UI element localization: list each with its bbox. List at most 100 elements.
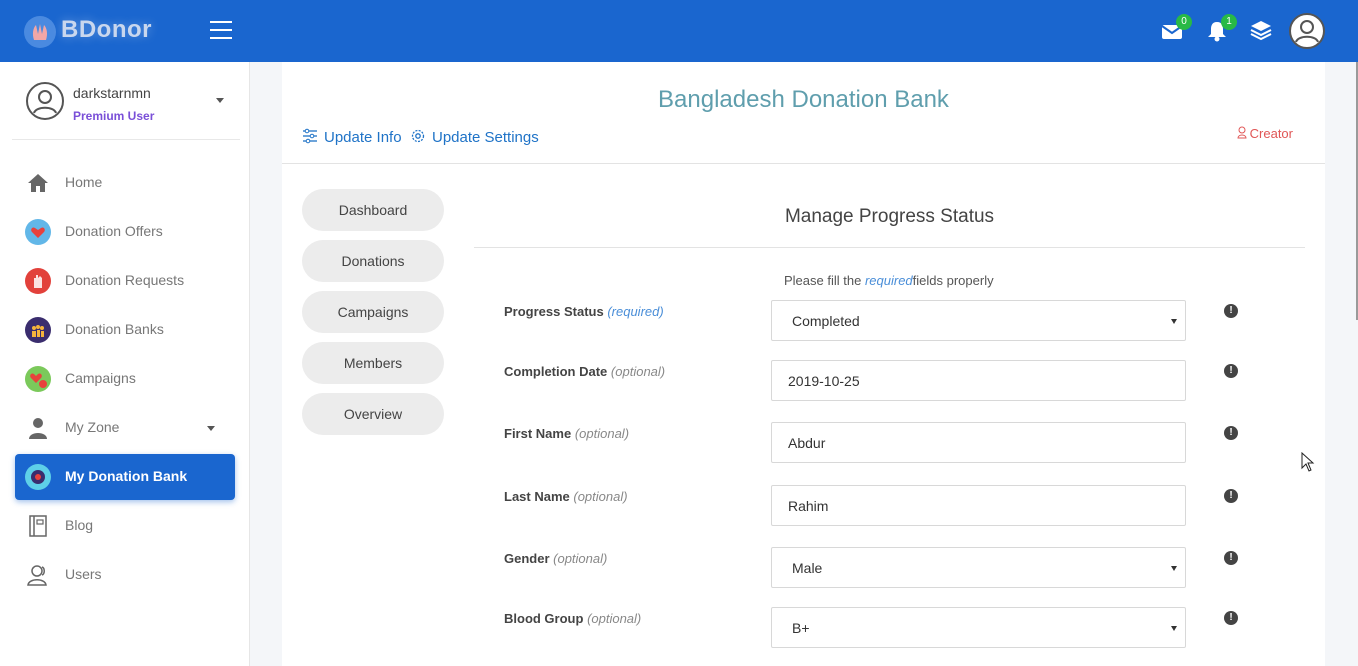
bell-icon[interactable]: 1 xyxy=(1205,14,1237,42)
selected-value: B+ xyxy=(792,620,810,636)
user-profile-block[interactable]: darkstarnmn Premium User xyxy=(12,62,240,140)
progress-status-label: Progress Status (required) xyxy=(504,304,664,319)
user-icon xyxy=(1237,126,1247,142)
dropdown-arrow-icon xyxy=(1171,626,1177,631)
info-icon[interactable]: ! xyxy=(1224,426,1238,440)
mail-icon[interactable]: 0 xyxy=(1160,14,1192,42)
blood-group-select[interactable]: B+ xyxy=(771,607,1186,648)
form-note: Please fill the requiredfields properly xyxy=(784,273,994,288)
sidebar-item-label: My Donation Bank xyxy=(65,468,188,484)
brand-logo-icon xyxy=(24,16,56,48)
sidebar-item-donation-requests[interactable]: Donation Requests xyxy=(15,258,235,304)
divider xyxy=(282,163,1325,164)
last-name-input[interactable]: Rahim xyxy=(771,485,1186,526)
gender-select[interactable]: Male xyxy=(771,547,1186,588)
info-icon[interactable]: ! xyxy=(1224,551,1238,565)
update-info-link[interactable]: Update Info xyxy=(302,128,402,148)
field-hint: (optional) xyxy=(610,364,666,379)
sidebar: darkstarnmn Premium User Home Donation O… xyxy=(0,62,250,666)
notebook-icon xyxy=(25,513,51,539)
first-name-input[interactable]: Abdur xyxy=(771,422,1186,463)
donation-bank-card: Bangladesh Donation Bank Update Info Upd… xyxy=(282,62,1325,666)
dropdown-arrow-icon xyxy=(1171,319,1177,324)
brand-name: BDonor xyxy=(61,16,152,43)
progress-status-select[interactable]: Completed xyxy=(771,300,1186,341)
form-note-text: fields properly xyxy=(912,273,994,288)
donation-bank-icon xyxy=(25,464,51,490)
sidebar-item-label: Donation Requests xyxy=(65,272,185,288)
dropdown-arrow-icon xyxy=(1171,566,1177,571)
user-avatar-icon xyxy=(26,82,64,120)
field-hint: (required) xyxy=(607,304,664,319)
info-icon[interactable]: ! xyxy=(1224,364,1238,378)
sidebar-item-campaigns[interactable]: Campaigns xyxy=(15,356,235,402)
completion-date-input[interactable]: 2019-10-25 xyxy=(771,360,1186,401)
sidebar-item-my-donation-bank[interactable]: My Donation Bank xyxy=(15,454,235,500)
field-hint: (optional) xyxy=(587,611,642,626)
notification-count-badge: 1 xyxy=(1221,14,1237,30)
home-icon xyxy=(25,170,51,196)
creator-label: Creator xyxy=(1249,126,1293,141)
sidebar-item-label: Home xyxy=(65,174,103,190)
field-hint: (optional) xyxy=(574,426,630,441)
divider xyxy=(474,247,1305,248)
raised-hand-icon xyxy=(25,268,51,294)
user-menu-chevron-down-icon[interactable] xyxy=(216,98,224,103)
chevron-down-icon xyxy=(207,426,215,431)
bank-icon xyxy=(25,317,51,343)
menu-toggle-icon[interactable] xyxy=(210,21,232,39)
last-name-label: Last Name (optional) xyxy=(504,489,628,504)
sidebar-item-my-zone[interactable]: My Zone xyxy=(15,405,235,451)
info-icon[interactable]: ! xyxy=(1224,489,1238,503)
blood-group-label: Blood Group (optional) xyxy=(504,611,641,626)
sidebar-item-donation-banks[interactable]: Donation Banks xyxy=(15,307,235,353)
creator-link[interactable]: Creator xyxy=(1237,126,1293,142)
field-label-text: Progress Status xyxy=(504,304,604,319)
update-settings-label: Update Settings xyxy=(432,129,539,146)
field-label-text: Blood Group xyxy=(504,611,584,626)
sidebar-item-home[interactable]: Home xyxy=(15,160,235,206)
sidebar-item-label: Campaigns xyxy=(65,370,136,386)
heart-hand-icon xyxy=(25,219,51,245)
field-label-text: First Name xyxy=(504,426,572,441)
first-name-label: First Name (optional) xyxy=(504,426,629,441)
user-role: Premium User xyxy=(73,109,155,123)
info-icon[interactable]: ! xyxy=(1224,611,1238,625)
person-icon xyxy=(25,415,51,441)
sidebar-item-blog[interactable]: Blog xyxy=(15,503,235,549)
field-hint: (optional) xyxy=(553,551,608,566)
update-settings-link[interactable]: Update Settings xyxy=(410,128,539,148)
sidebar-item-users[interactable]: Users xyxy=(15,552,235,598)
sidebar-item-donation-offers[interactable]: Donation Offers xyxy=(15,209,235,255)
form-note-text: Please fill the xyxy=(784,273,862,288)
tab-dashboard[interactable]: Dashboard xyxy=(302,189,444,231)
tab-overview[interactable]: Overview xyxy=(302,393,444,435)
gender-label: Gender (optional) xyxy=(504,551,607,566)
selected-value: Male xyxy=(792,560,823,576)
update-info-label: Update Info xyxy=(324,129,402,146)
field-label-text: Gender xyxy=(504,551,550,566)
campaign-icon xyxy=(25,366,51,392)
completion-date-label: Completion Date (optional) xyxy=(504,364,665,379)
info-icon[interactable]: ! xyxy=(1224,304,1238,318)
tab-members[interactable]: Members xyxy=(302,342,444,384)
account-avatar-icon[interactable] xyxy=(1289,13,1325,49)
sidebar-item-label: Blog xyxy=(65,517,94,533)
form-note-required: required xyxy=(864,273,913,288)
mouse-cursor-icon xyxy=(1301,451,1315,477)
sliders-icon xyxy=(302,128,318,148)
field-label-text: Last Name xyxy=(504,489,570,504)
layers-icon[interactable] xyxy=(1249,20,1273,42)
selected-value: Completed xyxy=(792,313,860,329)
sidebar-item-label: My Zone xyxy=(65,419,120,435)
tab-campaigns[interactable]: Campaigns xyxy=(302,291,444,333)
page-title: Bangladesh Donation Bank xyxy=(658,86,949,113)
mail-count-badge: 0 xyxy=(1176,14,1192,30)
gear-icon xyxy=(410,128,426,148)
sidebar-item-label: Users xyxy=(65,566,102,582)
field-hint: (optional) xyxy=(573,489,628,504)
tab-donations[interactable]: Donations xyxy=(302,240,444,282)
field-label-text: Completion Date xyxy=(504,364,608,379)
form-title: Manage Progress Status xyxy=(784,206,995,227)
user-name: darkstarnmn xyxy=(73,85,151,101)
